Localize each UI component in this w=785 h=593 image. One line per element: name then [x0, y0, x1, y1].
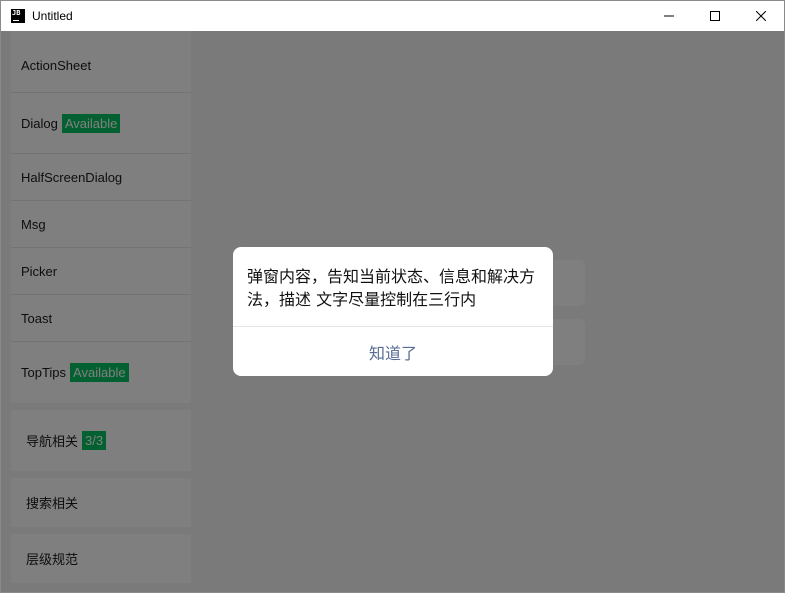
app-logo-text: JB: [12, 9, 21, 17]
maximize-icon: [710, 11, 720, 21]
title-bar[interactable]: JB Untitled: [1, 1, 784, 31]
app-logo-icon: JB: [11, 9, 25, 23]
dialog: 弹窗内容，告知当前状态、信息和解决方法，描述 文字尽量控制在三行内 知道了: [233, 247, 553, 376]
window-title: Untitled: [32, 9, 73, 23]
maximize-button[interactable]: [692, 1, 738, 31]
dialog-content: 弹窗内容，告知当前状态、信息和解决方法，描述 文字尽量控制在三行内: [233, 247, 553, 327]
minimize-icon: [664, 15, 674, 17]
close-button[interactable]: [738, 1, 784, 31]
minimize-button[interactable]: [646, 1, 692, 31]
app-window: JB Untitled ActionSheet Dialog: [0, 0, 785, 593]
dialog-confirm-button[interactable]: 知道了: [233, 327, 553, 376]
content-area: ActionSheet Dialog Available HalfScreenD…: [1, 31, 784, 592]
close-icon: [756, 11, 766, 21]
